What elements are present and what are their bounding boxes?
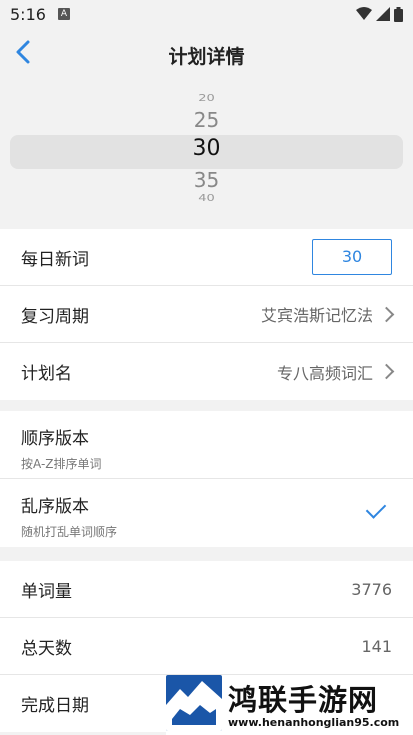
total-days-label: 总天数: [21, 638, 72, 659]
daily-words-row: 每日新词 30: [0, 229, 413, 286]
picker-option[interactable]: 20: [0, 93, 413, 104]
signal-icon: [376, 7, 390, 21]
nav-bar: 计划详情: [0, 28, 413, 80]
chevron-right-icon: [378, 363, 395, 380]
random-title: 乱序版本: [21, 497, 89, 517]
review-cycle-label: 复习周期: [21, 306, 89, 327]
watermark-logo-icon: [166, 675, 222, 731]
picker-option[interactable]: 25: [0, 108, 413, 132]
chevron-right-icon: [378, 306, 395, 322]
daily-words-label: 每日新词: [21, 249, 89, 270]
picker-option[interactable]: 40: [0, 193, 413, 204]
random-option[interactable]: 乱序版本 随机打乱单词顺序: [0, 479, 413, 547]
watermark-url: www.henanhonglian95.com: [228, 716, 400, 729]
page-title: 计划详情: [168, 46, 245, 68]
random-subtitle: 随机打乱单词顺序: [21, 525, 118, 539]
finish-date-label: 完成日期: [21, 696, 89, 716]
plan-name-label: 计划名: [21, 364, 72, 384]
number-picker[interactable]: 20 25 30 35 40: [0, 80, 413, 228]
daily-words-input[interactable]: 30: [312, 239, 392, 275]
settings-section: 每日新词 30 复习周期 艾宾浩斯记忆法 计划名 专八高频词汇: [0, 229, 413, 400]
status-time: 5:16: [10, 4, 46, 24]
battery-icon: [394, 6, 403, 22]
notification-icon: A: [57, 8, 70, 20]
watermark-text: 鸿联手游网: [228, 683, 379, 717]
word-count-label: 单词量: [21, 581, 72, 602]
total-days-row: 总天数 141: [0, 618, 413, 675]
picker-option[interactable]: 35: [0, 168, 413, 192]
watermark: 鸿联手游网 www.henanhonglian95.com: [166, 675, 413, 735]
review-cycle-value: 艾宾浩斯记忆法: [260, 306, 373, 325]
picker-selected-option[interactable]: 30: [0, 136, 413, 161]
sequential-option[interactable]: 顺序版本 按A-Z排序单词: [0, 411, 413, 479]
sequential-title: 顺序版本: [21, 429, 89, 449]
word-count-row: 单词量 3776: [0, 561, 413, 618]
status-bar: 5:16 A: [0, 0, 413, 28]
plan-name-row[interactable]: 计划名 专八高频词汇: [0, 343, 413, 400]
review-cycle-row[interactable]: 复习周期 艾宾浩斯记忆法: [0, 286, 413, 343]
total-days-value: 141: [361, 636, 392, 656]
word-count-value: 3776: [351, 579, 392, 599]
wifi-icon: [356, 7, 372, 20]
status-icons: [356, 6, 403, 22]
sequential-subtitle: 按A-Z排序单词: [21, 457, 102, 471]
order-section: 顺序版本 按A-Z排序单词 乱序版本 随机打乱单词顺序: [0, 411, 413, 547]
plan-name-value: 专八高频词汇: [276, 363, 373, 383]
